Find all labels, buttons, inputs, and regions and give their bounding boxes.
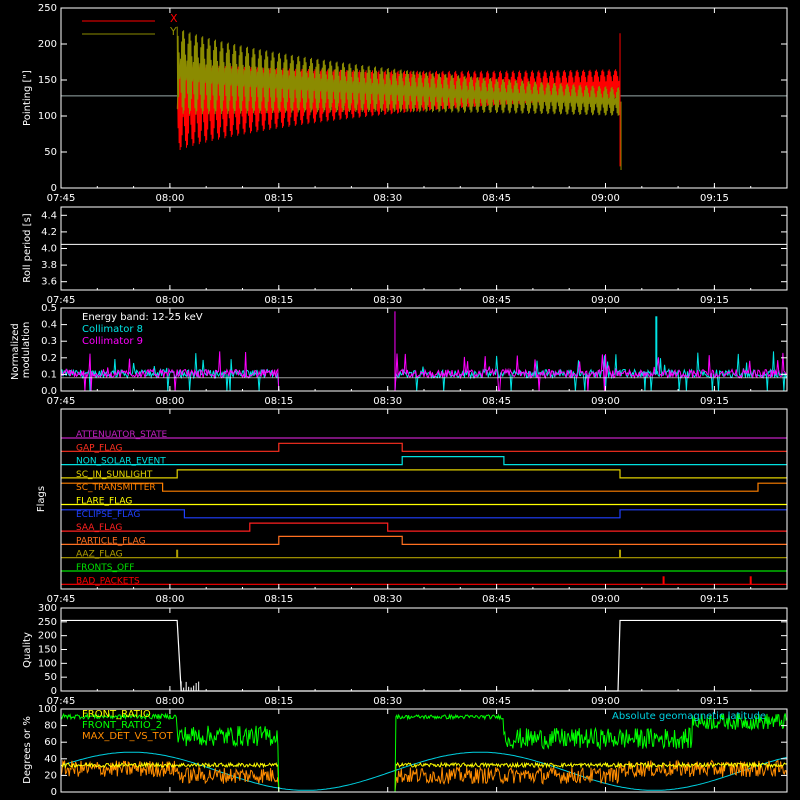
y-tick-label: 250 <box>38 3 57 14</box>
x-tick-label: 08:30 <box>373 295 402 306</box>
geomag-latitude-label: Absolute geomagnetic latitude <box>612 711 766 722</box>
y-tick-label: 300 <box>38 603 57 614</box>
energy-band-label: Energy band: 12-25 keV <box>82 312 203 323</box>
degrees-y-label: Degrees or % <box>22 716 33 784</box>
collimator-8-label: Collimator 8 <box>82 324 143 335</box>
x-tick-label: 07:45 <box>47 396 76 407</box>
y-tick-label: 150 <box>38 75 57 86</box>
x-tick-label: 08:00 <box>155 594 184 605</box>
x-tick-label: 09:00 <box>591 295 620 306</box>
x-tick-label: 08:30 <box>373 396 402 407</box>
flag-eclipse-flag-label: ECLIPSE_FLAG <box>76 510 140 520</box>
y-tick-label: 250 <box>38 617 57 628</box>
x-tick-label: 08:45 <box>482 696 511 707</box>
x-tick-label: 09:00 <box>591 594 620 605</box>
flags-y-label: Flags <box>36 486 47 512</box>
x-tick-label: 08:00 <box>155 396 184 407</box>
x-tick-label: 09:15 <box>700 696 729 707</box>
y-tick-label: 0 <box>51 787 57 798</box>
x-tick-label: 08:30 <box>373 594 402 605</box>
y-tick-label: 0.3 <box>41 336 57 347</box>
y-tick-label: 150 <box>38 645 57 656</box>
x-tick-label: 09:15 <box>700 295 729 306</box>
modulation-y-label: Normalized modulation <box>10 320 32 380</box>
flag-sc-transmitter-label: SC_TRANSMITTER <box>76 483 156 493</box>
quicklook-figure: 0 50 100 150 200 250 07:45 08:00 08:15 08:30 08:4… <box>0 0 800 800</box>
y-tick-label: 60 <box>44 737 57 748</box>
front-ratio-label: FRONT_RATIO <box>82 709 151 720</box>
x-tick-label: 08:00 <box>155 193 184 204</box>
collimator-9-label: Collimator 9 <box>82 336 143 347</box>
modulation-y-label-line2: modulation <box>21 322 32 379</box>
pointing-y-label: Pointing ["] <box>22 70 33 126</box>
y-tick-label: 200 <box>38 631 57 642</box>
y-tick-label: 0.2 <box>41 353 57 364</box>
x-tick-label: 09:15 <box>700 594 729 605</box>
y-tick-label: 4.2 <box>41 227 57 238</box>
x-tick-label: 08:30 <box>373 696 402 707</box>
x-tick-label: 08:30 <box>373 193 402 204</box>
y-tick-label: 50 <box>44 147 57 158</box>
y-tick-label: 100 <box>38 704 57 715</box>
y-tick-label: 100 <box>38 111 57 122</box>
max-det-label: MAX_DET_VS_TOT <box>82 731 174 742</box>
modulation-y-label-line1: Normalized <box>10 323 21 380</box>
y-tick-label: 100 <box>38 658 57 669</box>
x-tick-label: 08:15 <box>264 396 293 407</box>
x-tick-label: 07:45 <box>47 193 76 204</box>
y-tick-label: 50 <box>44 672 57 683</box>
x-tick-label: 08:00 <box>155 696 184 707</box>
y-tick-label: 4.0 <box>41 244 57 255</box>
x-tick-label: 08:45 <box>482 295 511 306</box>
y-tick-label: 200 <box>38 39 57 50</box>
y-tick-label: 0.5 <box>41 303 57 314</box>
y-tick-label: 0.4 <box>41 320 57 331</box>
y-tick-label: 4.4 <box>41 210 57 221</box>
x-tick-label: 09:00 <box>591 396 620 407</box>
x-tick-label: 09:15 <box>700 193 729 204</box>
x-tick-label: 08:45 <box>482 396 511 407</box>
x-tick-label: 08:15 <box>264 594 293 605</box>
x-tick-label: 08:00 <box>155 295 184 306</box>
y-tick-label: 40 <box>44 754 57 765</box>
y-tick-label: 80 <box>44 721 57 732</box>
front-ratio-2-label: FRONT_RATIO_2 <box>82 720 162 731</box>
x-tick-label: 08:15 <box>264 193 293 204</box>
quality-y-label: Quality <box>22 632 33 668</box>
y-tick-label: 3.8 <box>41 260 57 271</box>
x-tick-label: 08:15 <box>264 696 293 707</box>
x-tick-label: 09:15 <box>700 396 729 407</box>
y-tick-label: 20 <box>44 770 57 781</box>
legend-x-label: X <box>170 12 178 25</box>
x-tick-label: 08:45 <box>482 193 511 204</box>
x-tick-label: 08:45 <box>482 594 511 605</box>
legend-y-label: Y <box>169 25 177 38</box>
y-tick-label: 0.1 <box>41 369 57 380</box>
x-tick-label: 09:00 <box>591 696 620 707</box>
x-tick-label: 09:00 <box>591 193 620 204</box>
y-tick-label: 3.6 <box>41 277 57 288</box>
x-tick-label: 08:15 <box>264 295 293 306</box>
roll-y-label: Roll period [s] <box>22 213 33 282</box>
